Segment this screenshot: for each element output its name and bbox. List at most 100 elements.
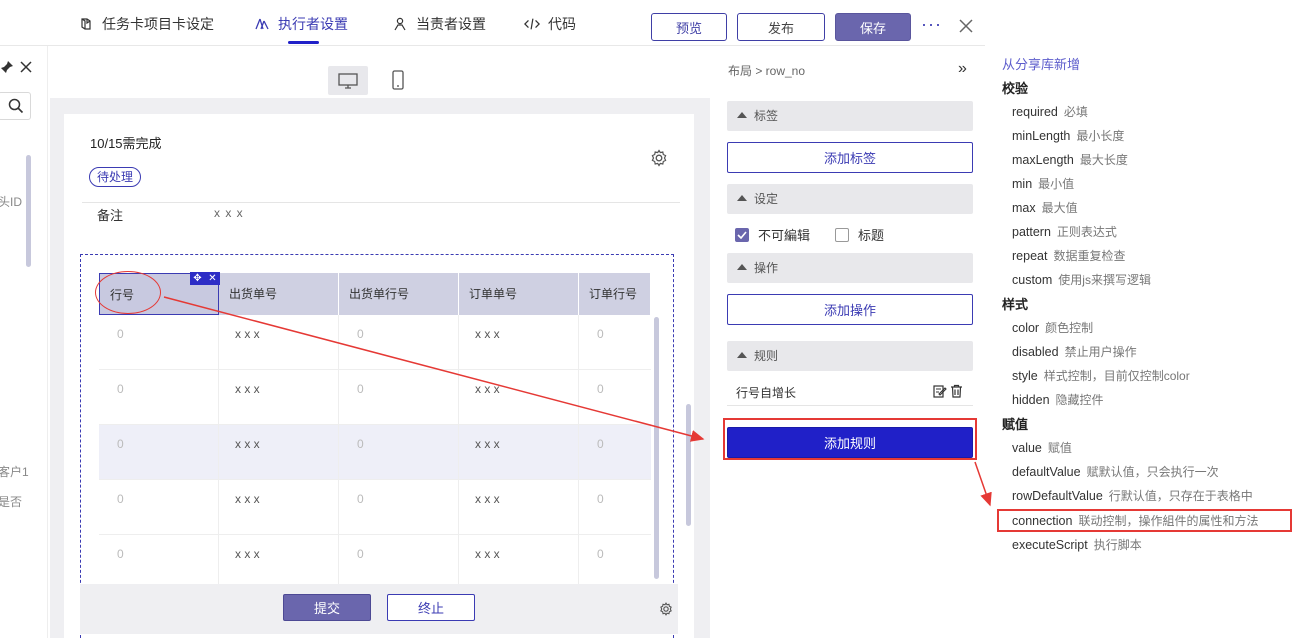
- item-desc: 赋默认值，只会执行一次: [1086, 465, 1219, 479]
- column-header-order-line[interactable]: 订单行号: [579, 273, 651, 315]
- readonly-checkbox[interactable]: 不可編辑: [735, 225, 810, 244]
- annotation-box-add-rule: [723, 418, 977, 460]
- users-icon: [254, 16, 270, 32]
- doc-item-defaultvalue[interactable]: defaultValue 赋默认值，只会执行一次: [1012, 463, 1219, 480]
- item-desc: 最大值: [1041, 201, 1078, 215]
- title-checkbox[interactable]: 标题: [835, 225, 884, 244]
- table-cell: x x x: [219, 370, 339, 424]
- field-label-user: 客户1: [0, 465, 29, 479]
- caret-up-icon: [737, 194, 747, 201]
- item-desc: 使用js来撰写逻辑: [1058, 273, 1151, 287]
- item-name: required: [1012, 105, 1058, 119]
- stop-button[interactable]: 终止: [387, 594, 475, 621]
- tab-task-card-settings[interactable]: 任务卡项目卡设定: [78, 14, 214, 34]
- doc-item-color[interactable]: color 颜色控制: [1012, 319, 1093, 336]
- desktop-view-button[interactable]: [328, 66, 368, 95]
- tab-accountable-settings[interactable]: 当责者设置: [392, 14, 486, 34]
- section-action[interactable]: 操作: [727, 253, 973, 283]
- close-icon[interactable]: [958, 18, 974, 34]
- table-cell: 0: [99, 535, 219, 589]
- doc-item-max[interactable]: max 最大值: [1012, 199, 1078, 216]
- section-setting[interactable]: 设定: [727, 184, 973, 214]
- column-header-shipment-no[interactable]: 出货单号: [219, 273, 339, 315]
- tab-executor-settings[interactable]: 执行者设置: [254, 14, 348, 34]
- section-title: 设定: [754, 192, 779, 206]
- tab-code[interactable]: 代码: [524, 14, 576, 34]
- add-from-share-library-link[interactable]: 从分享库新增: [1002, 54, 1080, 73]
- collapse-panel-icon[interactable]: »: [958, 60, 967, 78]
- close-panel-icon[interactable]: [19, 60, 33, 77]
- mobile-view-button[interactable]: [388, 68, 408, 92]
- item-name: style: [1012, 369, 1038, 383]
- doc-item-maxlength[interactable]: maxLength 最大长度: [1012, 151, 1128, 168]
- column-header-order-no[interactable]: 订单单号: [459, 273, 579, 315]
- add-label-button[interactable]: 添加标签: [727, 142, 973, 173]
- doc-item-minlength[interactable]: minLength 最小长度: [1012, 127, 1124, 144]
- detail-table-container[interactable]: 行号 出货单号 出货单行号 订单单号 订单行号 0 x x x 0 x x x …: [80, 254, 674, 638]
- item-desc: 必填: [1063, 105, 1088, 119]
- item-desc: 颜色控制: [1045, 321, 1094, 335]
- table-cell: x x x: [219, 315, 339, 369]
- checkbox-unchecked[interactable]: [835, 227, 849, 242]
- table-cell: 0: [339, 480, 459, 534]
- section-label[interactable]: 标签: [727, 101, 973, 131]
- doc-item-style[interactable]: style 样式控制，目前仅控制color: [1012, 367, 1190, 384]
- mobile-icon: [392, 70, 404, 90]
- checkbox-checked[interactable]: [735, 227, 749, 242]
- panel-scrollbar[interactable]: [26, 155, 31, 267]
- doc-item-min[interactable]: min 最小值: [1012, 175, 1074, 192]
- item-name: max: [1012, 201, 1036, 215]
- doc-item-disabled[interactable]: disabled 禁止用户操作: [1012, 343, 1137, 360]
- save-button[interactable]: 保存: [835, 13, 911, 41]
- edit-icon[interactable]: [933, 384, 947, 401]
- table-row[interactable]: 0 x x x 0 x x x 0: [99, 315, 651, 370]
- item-name: minLength: [1012, 129, 1071, 143]
- pin-icon[interactable]: [0, 60, 14, 77]
- add-action-button[interactable]: 添加操作: [727, 294, 973, 325]
- publish-button[interactable]: 发布: [737, 13, 825, 41]
- doc-item-hidden[interactable]: hidden 隐藏控件: [1012, 391, 1104, 408]
- item-name: maxLength: [1012, 153, 1074, 167]
- delete-icon[interactable]: [950, 384, 963, 401]
- property-panel: 布局 > row_no » 标签 添加标签 设定 不可編辑 标题 操作 添加操作…: [712, 46, 985, 638]
- doc-item-custom[interactable]: custom 使用js来撰写逻辑: [1012, 271, 1151, 288]
- table-cell: 0: [99, 425, 219, 479]
- item-desc: 行默认值，只存在于表格中: [1108, 489, 1253, 503]
- search-input[interactable]: [0, 92, 31, 120]
- column-header-shipment-line[interactable]: 出货单行号: [339, 273, 459, 315]
- card-scrollbar[interactable]: [686, 404, 691, 526]
- table-row[interactable]: 0 x x x 0 x x x 0: [99, 480, 651, 535]
- annotation-box-connection: [997, 509, 1292, 532]
- top-toolbar: 任务卡项目卡设定 执行者设置 当责者设置 代码 预览 发布 保存 ···: [0, 0, 985, 46]
- doc-item-executescript[interactable]: executeScript 执行脚本: [1012, 536, 1142, 553]
- table-row[interactable]: 0 x x x 0 x x x 0: [99, 370, 651, 425]
- table-cell: x x x: [219, 480, 339, 534]
- doc-item-value[interactable]: value 赋值: [1012, 439, 1072, 456]
- section-rule[interactable]: 规则: [727, 341, 973, 371]
- doc-item-pattern[interactable]: pattern 正则表达式: [1012, 223, 1117, 240]
- table-cell: x x x: [459, 480, 579, 534]
- gear-icon[interactable]: [650, 149, 668, 170]
- preview-button[interactable]: 预览: [651, 13, 727, 41]
- table-cell: 0: [597, 327, 604, 341]
- item-desc: 最大长度: [1079, 153, 1128, 167]
- footer-gear-icon[interactable]: [659, 602, 673, 619]
- more-options-button[interactable]: ···: [921, 14, 942, 35]
- section-title: 操作: [754, 261, 779, 275]
- active-tab-indicator: [288, 41, 319, 44]
- table-cell: 0: [339, 315, 459, 369]
- table-row[interactable]: 0 x x x 0 x x x 0: [99, 535, 651, 590]
- table-scrollbar[interactable]: [654, 317, 659, 579]
- doc-item-required[interactable]: required 必填: [1012, 103, 1088, 120]
- table-cell: 0: [99, 315, 219, 369]
- table-row[interactable]: 0 x x x 0 x x x 0: [99, 425, 651, 480]
- device-switcher: [50, 46, 710, 98]
- table-cell: 0: [597, 382, 604, 396]
- move-handle-icon[interactable]: ✥ ✕: [190, 272, 220, 285]
- status-badge: 待处理: [89, 167, 142, 187]
- remove-column-icon[interactable]: ✕: [208, 273, 216, 284]
- doc-item-rowdefaultvalue[interactable]: rowDefaultValue 行默认值，只存在于表格中: [1012, 487, 1253, 504]
- submit-button[interactable]: 提交: [283, 594, 371, 621]
- item-name: defaultValue: [1012, 465, 1081, 479]
- doc-item-repeat[interactable]: repeat 数据重复检查: [1012, 247, 1125, 264]
